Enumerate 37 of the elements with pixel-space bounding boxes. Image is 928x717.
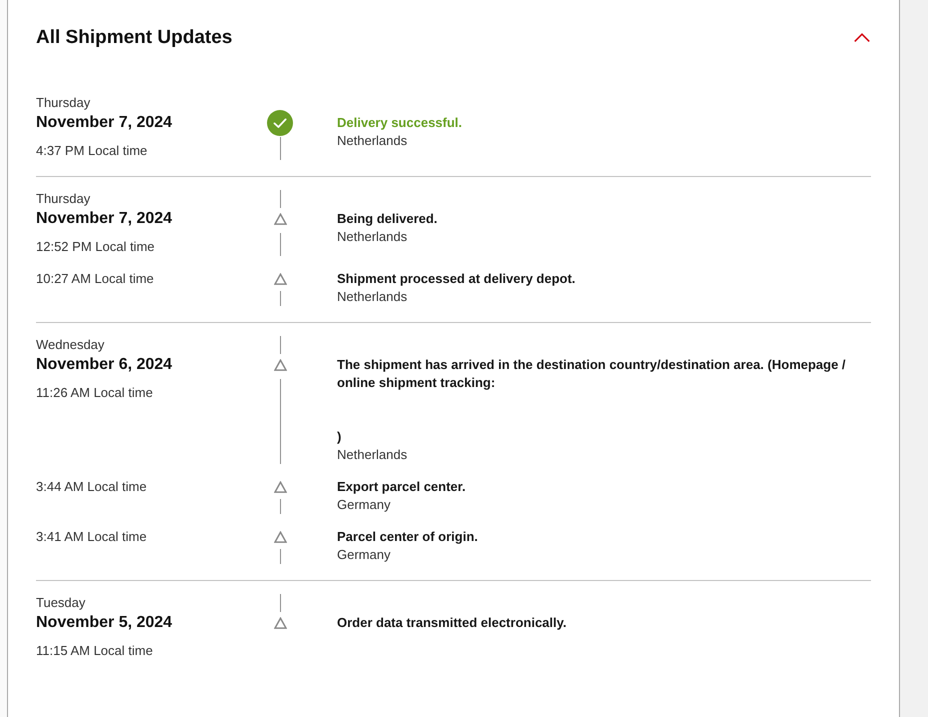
triangle-icon (274, 273, 286, 285)
triangle-icon (274, 213, 286, 225)
time-label: 4:37 PM Local time (36, 142, 148, 160)
check-circle-icon (267, 110, 293, 136)
status-text: The shipment has arrived in the destination country/destination area. (Homepage / online shipment tracking: ) (337, 356, 847, 446)
section-title: All Shipment Updates (36, 26, 232, 50)
location-text: Germany (337, 546, 392, 564)
triangle-icon (274, 481, 286, 493)
time-label: 11:26 AM Local time (36, 384, 154, 402)
time-label: 10:27 AM Local time (36, 270, 155, 288)
status-text: Being delivered. (337, 210, 438, 228)
triangle-icon (274, 531, 286, 543)
triangle-icon (274, 359, 286, 371)
date-label: November 6, 2024 (36, 355, 174, 375)
location-text: Germany (337, 496, 392, 514)
date-label: November 5, 2024 (36, 613, 174, 633)
chevron-up-icon (854, 32, 870, 42)
date-label: November 7, 2024 (36, 113, 174, 133)
status-text: Delivery successful. (337, 114, 464, 132)
day-label: Thursday (36, 190, 92, 208)
date-label: November 7, 2024 (36, 209, 174, 229)
location-text: Netherlands (337, 288, 408, 306)
day-label: Thursday (36, 94, 92, 112)
status-text: Shipment processed at delivery depot. (337, 270, 576, 288)
status-text: Parcel center of origin. (337, 528, 479, 546)
location-text: Netherlands (337, 132, 408, 150)
day-label: Wednesday (36, 336, 106, 354)
time-label: 11:15 AM Local time (36, 642, 154, 660)
time-label: 3:41 AM Local time (36, 528, 148, 546)
status-text: Export parcel center. (337, 478, 467, 496)
status-text: Order data transmitted electronically. (337, 614, 568, 632)
location-text: Netherlands (337, 446, 408, 464)
location-text: Netherlands (337, 228, 408, 246)
triangle-icon (274, 617, 286, 629)
time-label: 3:44 AM Local time (36, 478, 148, 496)
day-label: Tuesday (36, 594, 86, 612)
time-label: 12:52 PM Local time (36, 238, 156, 256)
